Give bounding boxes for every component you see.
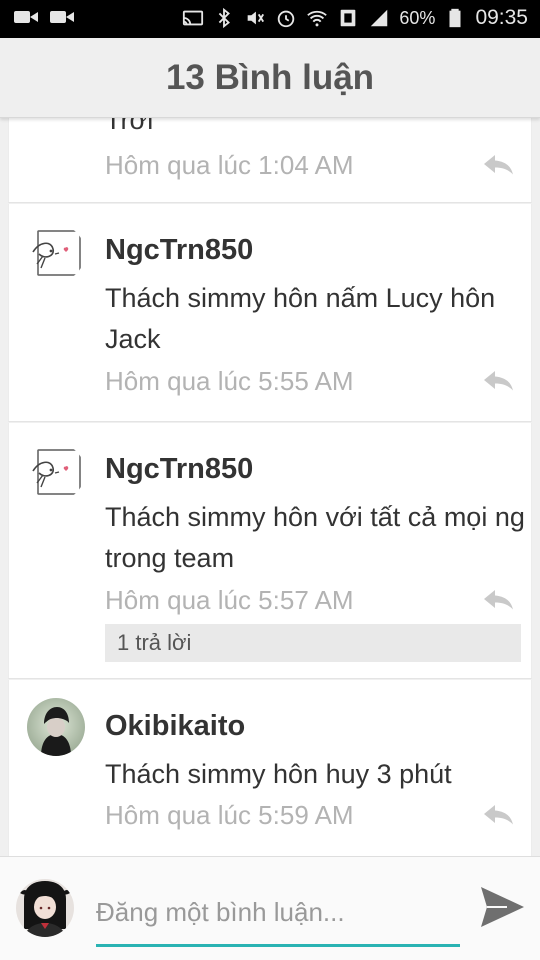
comment-item: Trời Hôm qua lúc 1:04 AM [8,118,532,203]
reply-icon[interactable] [483,804,515,826]
battery-percent: 60% [399,7,436,28]
reply-icon[interactable] [483,370,515,392]
reply-icon[interactable] [483,589,515,611]
comment-time: Hôm qua lúc 5:55 AM [105,366,354,396]
signal-icon [368,7,390,29]
bluetooth-icon [213,7,235,29]
comment-username[interactable]: NgcTrn850 [105,234,253,267]
wifi-icon [306,7,328,29]
avatar[interactable] [27,698,85,756]
comment-username[interactable]: NgcTrn850 [105,453,253,486]
comment-time: Hôm qua lúc 5:57 AM [105,585,354,615]
mute-icon [244,7,266,29]
avatar[interactable] [27,443,85,501]
alarm-icon [275,7,297,29]
video-icon [50,9,74,25]
video-icon [14,9,38,25]
comment-text: Thách simmy hôn với tất cả mọi ng trong … [105,502,525,573]
comment-time: Hôm qua lúc 1:04 AM [105,150,354,180]
nfc-icon [337,7,359,29]
comment-text: Thách simmy hôn huy 3 phút [105,759,452,789]
send-icon[interactable] [478,885,526,929]
comment-time: Hôm qua lúc 5:59 AM [105,800,354,830]
comment-username[interactable]: Okibikaito [105,710,245,743]
comment-item: Okibikaito Thách simmy hôn huy 3 phút Hô… [8,680,532,856]
comment-item: NgcTrn850 Thách simmy hôn nấm Lucy hôn J… [8,204,532,422]
current-user-avatar [16,879,74,937]
comment-composer [0,856,540,960]
view-replies-button[interactable]: 1 trả lời [105,624,521,662]
page-title: 13 Bình luận [165,58,375,97]
status-bar: 60% 09:35 [0,0,540,38]
cast-icon [182,7,204,29]
comment-text: Trời [105,118,154,135]
comment-item: NgcTrn850 Thách simmy hôn với tất cả mọi… [8,423,532,679]
clock: 09:35 [475,6,528,29]
reply-icon[interactable] [483,154,515,176]
comment-text: Thách simmy hôn nấm Lucy hôn Jack [105,283,496,354]
comment-input[interactable] [96,891,460,947]
header: 13 Bình luận [0,38,540,118]
battery-icon [444,7,466,29]
comments-list[interactable]: Trời Hôm qua lúc 1:04 AM NgcTrn850 Thách… [0,118,540,856]
avatar[interactable] [27,224,85,282]
